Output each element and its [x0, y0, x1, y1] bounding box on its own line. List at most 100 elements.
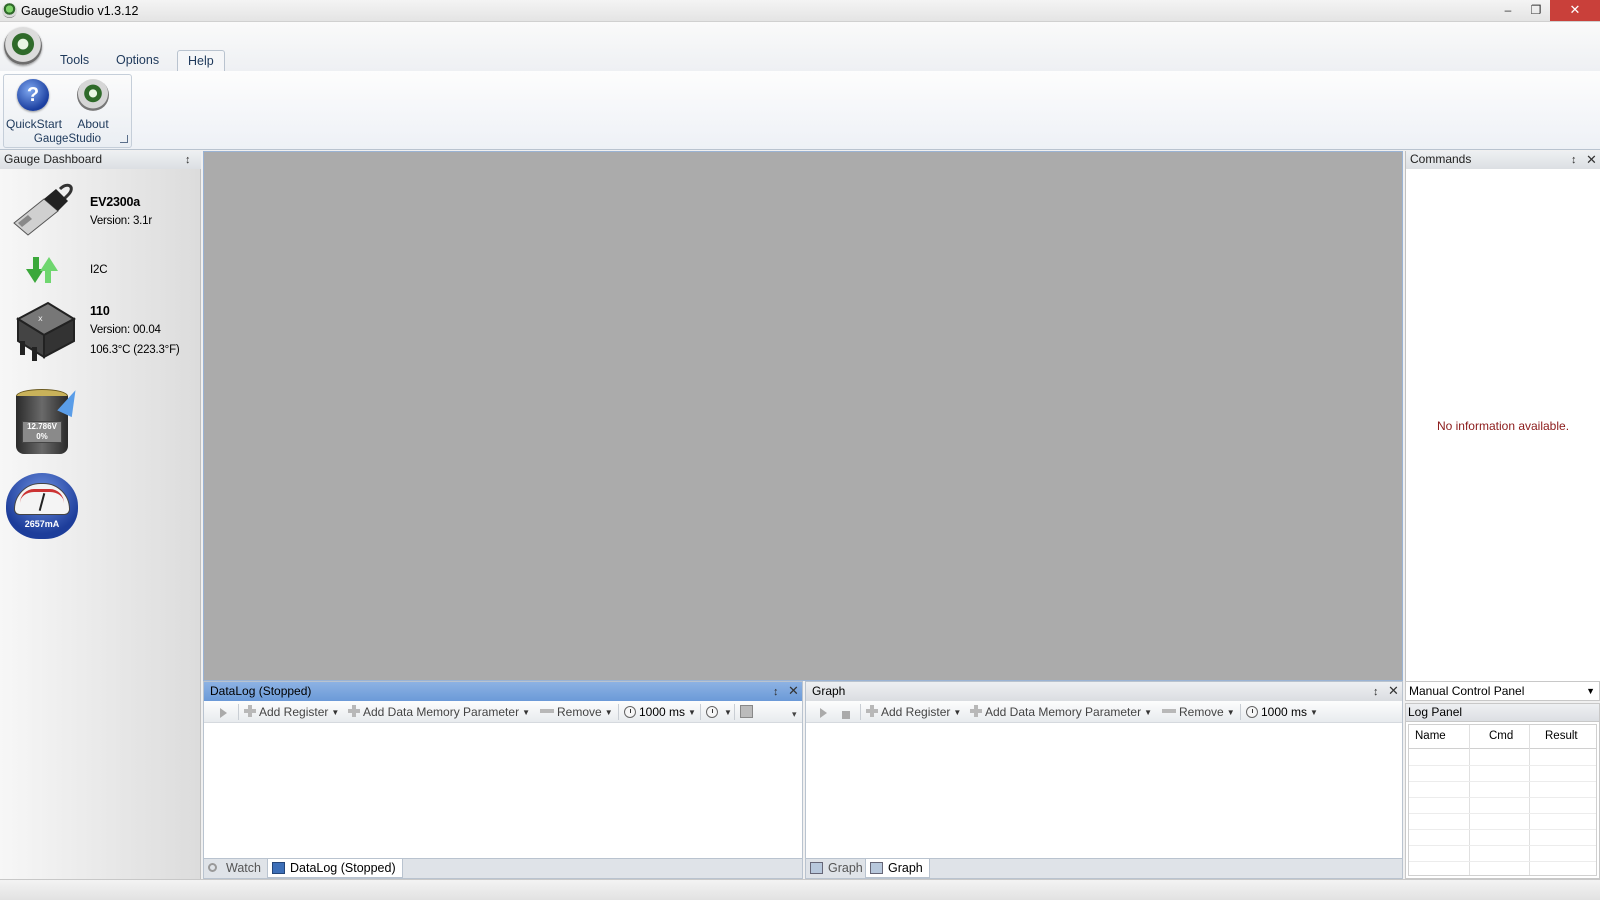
dialog-launcher-icon[interactable]: [120, 135, 128, 143]
tab-tools[interactable]: Tools: [50, 50, 99, 72]
tab-options[interactable]: Options: [106, 50, 169, 72]
graph-header: Graph ↕ ✕: [806, 682, 1402, 701]
close-window-button[interactable]: ✕: [1550, 0, 1600, 21]
stop-graph-button[interactable]: [842, 708, 850, 722]
play-icon: [220, 708, 227, 718]
title-bar: GaugeStudio v1.3.12 – ❐ ✕: [0, 0, 1600, 22]
toolbar-overflow-icon[interactable]: ▾: [792, 709, 797, 720]
graph-toolbar: Add Register ▼ Add Data Memory Parameter ▼…: [806, 701, 1402, 723]
usb-adapter-icon: [13, 183, 73, 236]
pin-icon[interactable]: ↕: [1571, 152, 1577, 169]
window-title: GaugeStudio v1.3.12: [21, 4, 139, 18]
stop-icon: [842, 711, 850, 719]
bus-label: I2C: [90, 264, 108, 276]
save-icon: [740, 705, 753, 718]
bus-item[interactable]: I2C: [0, 251, 200, 287]
plus-icon: [348, 705, 360, 717]
gauge-chip-icon: x: [15, 301, 77, 361]
start-logging-button[interactable]: [220, 706, 227, 720]
graph-panel: Graph ↕ ✕ Add Register ▼ Add Data Memory …: [805, 681, 1403, 879]
gauge-dashboard-title: Gauge Dashboard: [4, 152, 103, 166]
graph-title: Graph: [812, 684, 846, 698]
graph-add-register-button[interactable]: Add Register ▼: [866, 705, 961, 719]
column-header-result[interactable]: Result: [1545, 730, 1578, 742]
gaugestudio-logo-icon: [77, 79, 109, 111]
manual-control-panel-select[interactable]: Manual Control Panel ▼: [1405, 681, 1600, 701]
datalog-header: DataLog (Stopped) ↕ ✕: [204, 682, 802, 701]
device-version: Version: 00.04: [90, 324, 161, 336]
minus-icon: [1162, 709, 1176, 713]
ribbon-group-gaugestudio: ? QuickStart About GaugeStudio: [3, 74, 132, 148]
log-grid-header: Name Cmd Result: [1409, 725, 1596, 749]
document-workspace: [203, 151, 1403, 681]
interval-dropdown[interactable]: 1000 ms ▼: [624, 705, 696, 719]
close-icon[interactable]: ✕: [788, 682, 799, 700]
log-panel: Log Panel Name Cmd Result: [1405, 703, 1600, 879]
tab-watch[interactable]: Watch: [204, 859, 267, 878]
log-grid: Name Cmd Result: [1408, 724, 1597, 876]
battery-voltage: 12.786V: [27, 422, 57, 431]
column-header-name[interactable]: Name: [1415, 730, 1446, 742]
battery-item[interactable]: 12.786V 0%: [0, 385, 200, 461]
commands-header: Commands ↕ ✕: [1406, 151, 1600, 169]
add-data-memory-button[interactable]: Add Data Memory Parameter ▼: [348, 705, 530, 719]
minus-icon: [540, 709, 554, 713]
datalog-icon: [272, 862, 285, 874]
current-item[interactable]: 2657mA: [0, 469, 200, 549]
clock-icon: [1246, 706, 1258, 718]
column-header-cmd[interactable]: Cmd: [1489, 730, 1513, 742]
svg-text:x: x: [38, 314, 43, 323]
quickstart-button[interactable]: ? QuickStart: [4, 77, 64, 131]
chevron-down-icon: ▼: [1586, 686, 1595, 696]
graph-remove-button[interactable]: Remove ▼: [1162, 705, 1235, 719]
adapter-item[interactable]: EV2300a Version: 3.1r: [0, 179, 200, 239]
datalog-title: DataLog (Stopped): [210, 684, 312, 698]
ribbon-group-label: GaugeStudio: [33, 133, 102, 145]
plus-icon: [970, 705, 982, 717]
close-icon[interactable]: ✕: [1586, 151, 1597, 168]
start-graph-button[interactable]: [820, 706, 827, 720]
timer-icon: [706, 706, 718, 718]
clock-icon: [624, 706, 636, 718]
quickstart-label: QuickStart: [5, 117, 62, 131]
remove-button[interactable]: Remove ▼: [540, 705, 613, 719]
battery-soc: 0%: [36, 432, 48, 441]
pin-icon[interactable]: ↕: [1373, 683, 1379, 701]
pin-icon[interactable]: ↕: [185, 152, 191, 169]
tab-graph-1[interactable]: Graph: [806, 859, 869, 878]
device-item[interactable]: x 110 Version: 00.04 106.3°C (223.3°F): [0, 299, 200, 369]
graph-interval-dropdown[interactable]: 1000 ms ▼: [1246, 705, 1318, 719]
add-register-button[interactable]: Add Register ▼: [244, 705, 339, 719]
datalog-tabstrip: Watch DataLog (Stopped): [204, 858, 802, 878]
close-icon[interactable]: ✕: [1388, 682, 1399, 700]
tab-datalog[interactable]: DataLog (Stopped): [267, 859, 403, 878]
about-button[interactable]: About: [63, 77, 123, 131]
graph-icon: [810, 862, 823, 874]
manual-control-label: Manual Control Panel: [1409, 684, 1525, 698]
about-label: About: [77, 117, 109, 131]
current-meter-icon: 2657mA: [6, 473, 78, 539]
help-question-icon: ?: [17, 79, 49, 111]
battery-icon: 12.786V 0%: [16, 386, 83, 459]
commands-empty-message: No information available.: [1436, 419, 1570, 433]
plus-icon: [244, 705, 256, 717]
adapter-version: Version: 3.1r: [90, 215, 152, 227]
app-logo-icon: [2, 3, 17, 18]
gauge-dashboard-panel: Gauge Dashboard ↕ EV2300a Version: 3.1r …: [0, 151, 201, 879]
current-reading: 2657mA: [24, 519, 60, 529]
magnifier-icon: [208, 863, 217, 872]
tab-graph-2[interactable]: Graph: [865, 859, 930, 878]
application-orb-button[interactable]: [4, 27, 42, 65]
graph-tabstrip: Graph Graph: [806, 858, 1402, 878]
save-log-button[interactable]: [740, 705, 753, 721]
minimize-button[interactable]: –: [1494, 0, 1522, 21]
play-icon: [820, 708, 827, 718]
tab-help[interactable]: Help: [177, 50, 225, 72]
restore-button[interactable]: ❐: [1522, 0, 1550, 21]
graph-add-data-memory-button[interactable]: Add Data Memory Parameter ▼: [970, 705, 1152, 719]
timer-options-dropdown[interactable]: ▼: [706, 705, 732, 719]
commands-panel: Commands ↕ ✕ No information available.: [1405, 151, 1600, 681]
pin-icon[interactable]: ↕: [773, 683, 779, 701]
device-temperature: 106.3°C (223.3°F): [90, 344, 180, 356]
commands-title: Commands: [1410, 152, 1472, 166]
